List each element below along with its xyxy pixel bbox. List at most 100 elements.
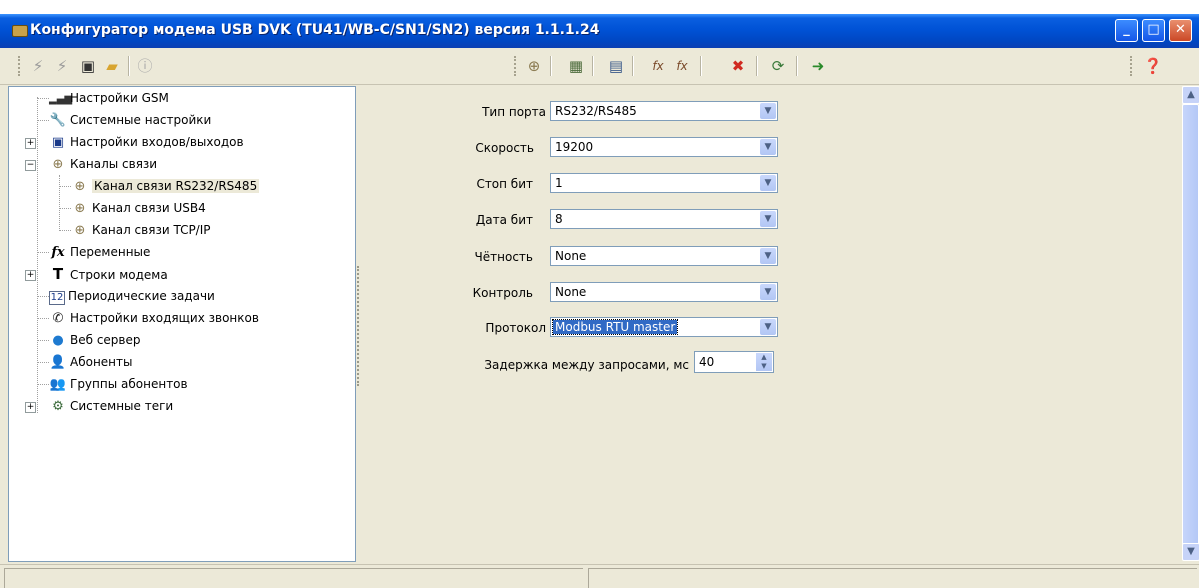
toolbar-separator — [796, 56, 798, 76]
top-strip — [0, 0, 1199, 15]
data-bits-select[interactable]: 8 ▼ — [550, 209, 778, 229]
splitter-grip — [357, 266, 362, 386]
signal-icon: ▂▄▆ — [49, 94, 73, 105]
tree-item-io[interactable]: ▣ Настройки входов/выходов — [49, 132, 244, 152]
phone-icon: ✆ — [52, 311, 64, 326]
connect-icon[interactable]: ⚡ — [28, 56, 48, 76]
chevron-down-icon[interactable]: ▼ — [760, 319, 776, 335]
toolbar-grip[interactable] — [514, 56, 519, 76]
tree-item-channels[interactable]: ⊕ Каналы связи — [49, 154, 158, 174]
toolbar-separator — [756, 56, 758, 76]
tree-item-subscriber-groups[interactable]: 👥 Группы абонентов — [49, 374, 188, 394]
help-icon[interactable]: ❓ — [1143, 56, 1163, 76]
tree-item-label: Строки модема — [70, 268, 168, 282]
minimize-button[interactable]: _ — [1115, 19, 1138, 42]
calendar-icon[interactable]: ▤ — [606, 56, 626, 76]
scroll-thumb[interactable] — [1182, 104, 1199, 554]
globe-icon: ● — [52, 333, 64, 348]
chevron-down-icon[interactable]: ▼ — [760, 103, 776, 119]
control-value: None — [555, 285, 587, 299]
tree-item-variables[interactable]: fx Переменные — [49, 242, 150, 262]
chevron-down-icon[interactable]: ▼ — [760, 248, 776, 264]
refresh-icon[interactable]: ⟳ — [768, 56, 788, 76]
status-bar — [0, 564, 1199, 588]
toolbar-separator — [592, 56, 594, 76]
speed-label: Скорость — [475, 141, 534, 155]
chevron-down-icon[interactable]: ▼ — [760, 211, 776, 227]
toolbar-separator — [632, 56, 634, 76]
user-icon: 👤 — [49, 355, 67, 370]
toolbar-grip[interactable] — [18, 56, 23, 76]
control-select[interactable]: None ▼ — [550, 282, 778, 302]
spinner-arrows-icon[interactable]: ▲ ▼ — [756, 353, 772, 371]
tree-item-periodic-tasks[interactable]: 12 Периодические задачи — [49, 286, 215, 306]
disconnect-icon[interactable]: ⚡ — [52, 56, 72, 76]
scroll-up-icon[interactable]: ▲ — [1182, 86, 1199, 104]
tree-item-label: Канал связи TCP/IP — [92, 223, 211, 237]
main-window: Конфигуратор модема USB DVK (TU41/WB-C/S… — [0, 0, 1199, 588]
info-icon[interactable]: ⓘ — [135, 56, 155, 76]
expand-toggle[interactable]: + — [25, 138, 36, 149]
port-icon[interactable]: ⊕ — [524, 56, 544, 76]
plug-icon: ⊕ — [74, 223, 86, 238]
delay-spinner[interactable]: 40 ▲ ▼ — [694, 351, 774, 373]
calendar-icon: 12 — [49, 291, 65, 305]
stop-bits-label: Стоп бит — [476, 177, 533, 191]
close-button[interactable]: ✕ — [1169, 19, 1192, 42]
expand-toggle[interactable]: + — [25, 270, 36, 281]
tree-item-modem-strings[interactable]: T Строки модема — [49, 264, 168, 284]
open-folder-icon[interactable]: ▰ — [102, 56, 122, 76]
tree-item-system[interactable]: 🔧 Системные настройки — [49, 110, 211, 130]
port-type-select[interactable]: RS232/RS485 ▼ — [550, 101, 778, 121]
stop-bits-select[interactable]: 1 ▼ — [550, 173, 778, 193]
tree-item-label: Каналы связи — [70, 157, 158, 171]
toolbar: ⚡ ⚡ ▣ ▰ ⓘ ⊕ ▦ ▤ fx fx ✖ ⟳ ➜ ❓ — [0, 48, 1199, 85]
maximize-button[interactable]: □ — [1142, 19, 1165, 42]
protocol-select[interactable]: Modbus RTU master ▼ — [550, 317, 778, 337]
tree-line — [59, 186, 71, 187]
tree-item-label: Группы абонентов — [70, 377, 188, 391]
data-bits-value: 8 — [555, 212, 563, 226]
plug-icon: ⊕ — [52, 157, 64, 172]
add-variable-icon[interactable]: fx — [648, 56, 668, 76]
protocol-value: Modbus RTU master — [551, 319, 679, 335]
tree-line — [37, 362, 49, 363]
plug-icon: ⊕ — [74, 201, 86, 216]
toolbar-grip[interactable] — [1130, 56, 1135, 76]
tree-item-label: Настройки GSM — [70, 91, 169, 105]
tree-item-gsm[interactable]: ▂▄▆Настройки GSM — [49, 88, 169, 108]
panel-splitter[interactable] — [355, 86, 363, 560]
tree-item-label: Переменные — [70, 245, 151, 259]
tree-item-rs232[interactable]: ⊕ Канал связи RS232/RS485 — [71, 176, 260, 196]
scroll-down-icon[interactable]: ▼ — [1182, 543, 1199, 561]
chevron-down-icon[interactable]: ▼ — [760, 284, 776, 300]
import-icon[interactable]: ➜ — [808, 56, 828, 76]
expand-toggle[interactable]: + — [25, 402, 36, 413]
save-icon[interactable]: ▣ — [78, 56, 98, 76]
settings-tree[interactable]: + − + + ▂▄▆Настройки GSM 🔧 Системные наст… — [8, 86, 356, 562]
collapse-toggle[interactable]: − — [25, 160, 36, 171]
vertical-scrollbar[interactable]: ▲ ▼ — [1182, 86, 1199, 561]
text-cursor-icon: T — [52, 265, 64, 283]
toolbar-separator — [128, 56, 130, 76]
speed-select[interactable]: 19200 ▼ — [550, 137, 778, 157]
tree-item-web-server[interactable]: ● Веб сервер — [49, 330, 140, 350]
window-title: Конфигуратор модема USB DVK (TU41/WB-C/S… — [30, 22, 600, 38]
tree-item-subscribers[interactable]: 👤 Абоненты — [49, 352, 133, 372]
chevron-down-icon[interactable]: ▼ — [760, 139, 776, 155]
tags-icon: ⚙ — [52, 399, 64, 414]
parity-select[interactable]: None ▼ — [550, 246, 778, 266]
chevron-down-icon[interactable]: ▼ — [760, 175, 776, 191]
tree-item-system-tags[interactable]: ⚙ Системные теги — [49, 396, 173, 416]
tree-item-label: Системные настройки — [70, 113, 212, 127]
tree-item-usb4[interactable]: ⊕ Канал связи USB4 — [71, 198, 206, 218]
toolbar-separator — [700, 56, 702, 76]
delete-icon[interactable]: ✖ — [728, 56, 748, 76]
tree-item-tcpip[interactable]: ⊕ Канал связи TCP/IP — [71, 220, 211, 240]
tree-item-incoming-calls[interactable]: ✆ Настройки входящих звонков — [49, 308, 259, 328]
tree-line — [59, 208, 71, 209]
tree-line — [37, 340, 49, 341]
edit-variable-icon[interactable]: fx — [672, 56, 692, 76]
module-icon[interactable]: ▦ — [566, 56, 586, 76]
title-bar[interactable]: Конфигуратор модема USB DVK (TU41/WB-C/S… — [0, 14, 1199, 48]
